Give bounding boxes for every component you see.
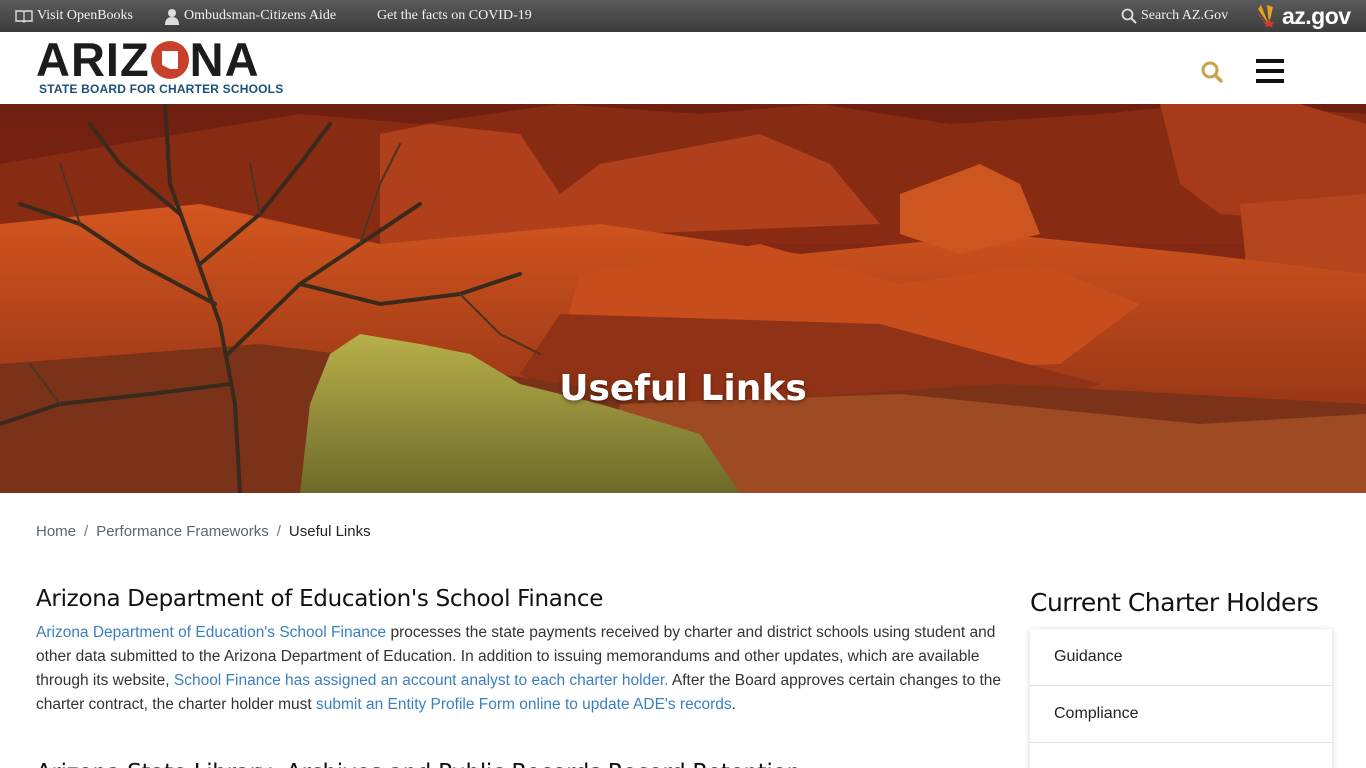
logo-subtitle: STATE BOARD FOR CHARTER SCHOOLS <box>39 82 284 96</box>
logo-word-left: ARIZ <box>36 33 150 86</box>
hamburger-icon-bar <box>1256 69 1284 73</box>
book-icon <box>15 10 33 23</box>
main-content: Arizona Department of Education's School… <box>36 586 1002 768</box>
covid-link[interactable]: Get the facts on COVID-19 <box>377 0 532 32</box>
search-icon <box>1121 8 1137 24</box>
section-heading-2: Arizona State Library, Archives and Publ… <box>36 760 801 768</box>
menu-button[interactable] <box>1256 59 1284 83</box>
ombudsman-label: Ombudsman-Citizens Aide <box>184 8 337 23</box>
breadcrumb-separator: / <box>84 523 89 540</box>
search-azgov-label: Search AZ.Gov <box>1141 8 1229 23</box>
sidebar-item-compliance[interactable]: Compliance <box>1030 686 1332 743</box>
logo-word-right: NA <box>189 33 260 86</box>
breadcrumb-home[interactable]: Home <box>36 523 76 540</box>
sidebar-item[interactable] <box>1030 743 1332 768</box>
site-logo[interactable]: ARIZ NA STATE BOARD FOR CHARTER SCHOOLS <box>36 33 283 98</box>
section-heading: Arizona Department of Education's School… <box>36 586 604 612</box>
page-title: Useful Links <box>559 368 807 409</box>
breadcrumb: Home / Performance Frameworks / Useful L… <box>36 523 371 540</box>
arizona-state-icon <box>150 41 189 79</box>
breadcrumb-current: Useful Links <box>288 523 371 540</box>
person-icon <box>165 9 179 25</box>
sidebar-title: Current Charter Holders <box>1030 588 1319 617</box>
azgov-logo[interactable]: az.gov <box>1258 2 1351 29</box>
arizona-flag-icon <box>1258 5 1275 27</box>
sidebar-item-guidance[interactable]: Guidance <box>1030 629 1332 686</box>
header-search-button[interactable] <box>1200 60 1224 84</box>
hero-banner: Useful Links <box>0 104 1366 493</box>
entity-profile-form-link[interactable]: submit an Entity Profile Form online to … <box>316 696 732 713</box>
hamburger-icon-bar <box>1256 79 1284 83</box>
search-icon <box>1201 61 1223 83</box>
utility-bar: Visit OpenBooks Ombudsman-Citizens Aide … <box>0 0 1366 32</box>
openbooks-label: Visit OpenBooks <box>37 8 133 23</box>
azgov-text: az.gov <box>1282 2 1351 29</box>
covid-label: Get the facts on COVID-19 <box>377 8 532 23</box>
breadcrumb-separator: / <box>276 523 281 540</box>
school-finance-link[interactable]: Arizona Department of Education's School… <box>36 624 386 641</box>
logo-wordmark: ARIZ NA <box>36 33 260 86</box>
sidebar: Current Charter Holders Guidance Complia… <box>1030 588 1332 768</box>
paragraph-text: . <box>731 696 736 713</box>
section-paragraph: Arizona Department of Education's School… <box>36 621 1002 717</box>
sidebar-menu: Guidance Compliance <box>1030 629 1332 768</box>
ombudsman-link[interactable]: Ombudsman-Citizens Aide <box>164 0 336 32</box>
breadcrumb-performance-frameworks[interactable]: Performance Frameworks <box>96 523 269 540</box>
account-analyst-link[interactable]: School Finance has assigned an account a… <box>174 672 669 689</box>
hamburger-icon <box>1256 59 1284 63</box>
site-header: ARIZ NA STATE BOARD FOR CHARTER SCHOOLS <box>0 32 1366 104</box>
search-azgov-link[interactable]: Search AZ.Gov <box>1121 0 1228 32</box>
openbooks-link[interactable]: Visit OpenBooks <box>15 0 133 32</box>
hero-landscape-image <box>0 104 1366 493</box>
